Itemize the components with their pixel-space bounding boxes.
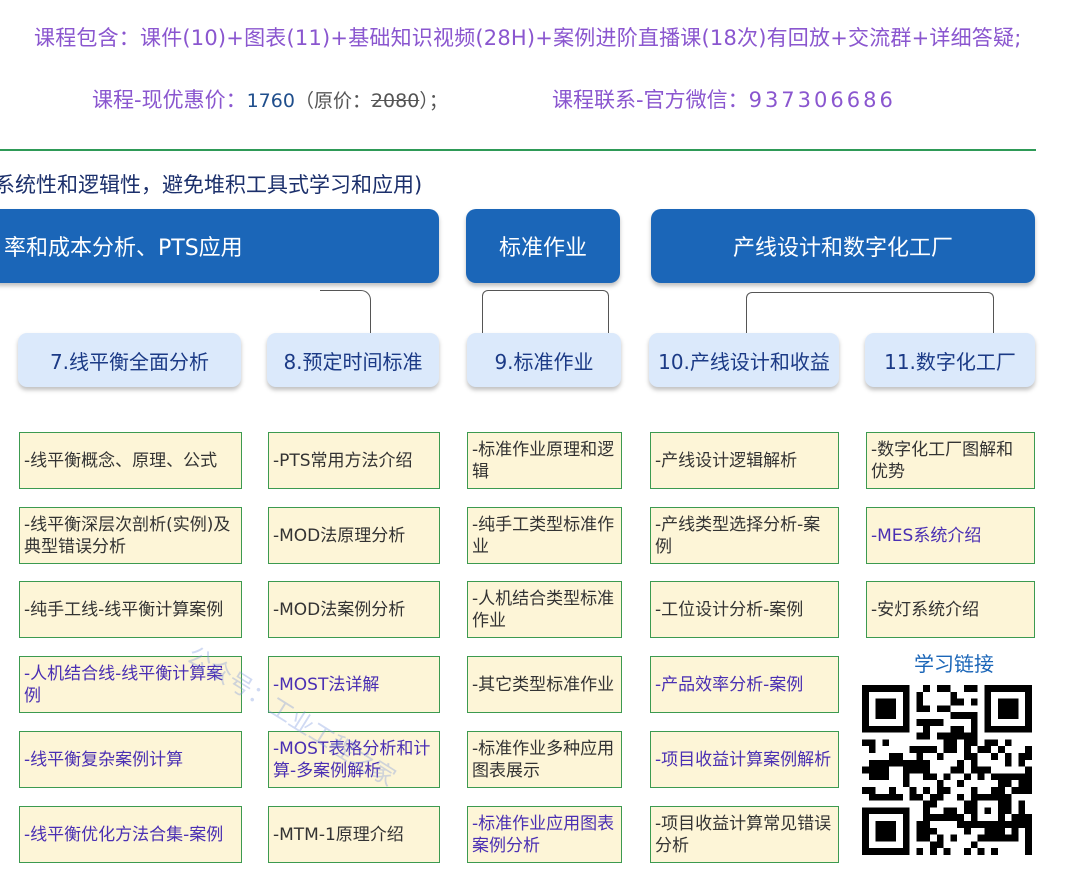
module-9-header: 9.标准作业 — [467, 333, 621, 387]
wechat-id: 937306686 — [748, 88, 896, 112]
module-7-header: 7.线平衡全面分析 — [18, 333, 241, 387]
category-label: 产线设计和数字化工厂 — [732, 236, 953, 261]
list-item: -标准作业多种应用图表展示 — [467, 731, 622, 788]
category-line-design: 产线设计和数字化工厂 — [651, 209, 1035, 283]
list-item: -标准作业原理和逻辑 — [467, 432, 622, 489]
category-label: 标准作业 — [498, 236, 587, 261]
list-item: -线平衡优化方法合集-案例 — [19, 806, 242, 863]
list-item: -产线类型选择分析-案例 — [650, 507, 839, 564]
list-item: -产品效率分析-案例 — [650, 656, 839, 713]
module-11-header: 11.数字化工厂 — [865, 333, 1035, 387]
category-label: 率和成本分析、PTS应用 — [4, 236, 243, 261]
contact-label: 课程联系-官方微信： — [552, 88, 749, 112]
qr-title: 学习链接 — [914, 652, 994, 676]
section-subtitle: 系统性和逻辑性，避免堆积工具式学习和应用) — [0, 173, 423, 197]
course-contents-line: 课程包含：课件(10)+图表(11)+基础知识视频(28H)+案例进阶直播课(1… — [34, 26, 1022, 50]
connector-category-3 — [746, 292, 994, 333]
connector-category-1 — [320, 290, 371, 333]
list-item: -工位设计分析-案例 — [650, 581, 839, 638]
original-price-value: 2080 — [370, 90, 420, 112]
category-standard-work: 标准作业 — [466, 209, 620, 283]
list-item: -线平衡复杂案例计算 — [19, 731, 242, 788]
module-8-header: 8.预定时间标准 — [267, 333, 439, 387]
list-item: -纯手工线-线平衡计算案例 — [19, 581, 242, 638]
price-line: 课程-现优惠价：1760（原价：2080）； — [92, 84, 448, 114]
list-item: -其它类型标准作业 — [467, 656, 622, 713]
list-item: -MTM-1原理介绍 — [268, 806, 440, 863]
list-item: -产线设计逻辑解析 — [650, 432, 839, 489]
list-item: -MOD法案例分析 — [268, 581, 440, 638]
list-item: -线平衡概念、原理、公式 — [19, 432, 242, 489]
list-item: -项目收益计算案例解析 — [650, 731, 839, 788]
list-item: -MES系统介绍 — [866, 507, 1035, 564]
category-efficiency-pts: 率和成本分析、PTS应用 — [0, 209, 439, 283]
list-item: -线平衡深层次剖析(实例)及典型错误分析 — [19, 507, 242, 564]
price-label: 课程-现优惠价： — [92, 88, 247, 112]
connector-category-2 — [482, 290, 609, 333]
list-item: -数字化工厂图解和优势 — [866, 432, 1035, 489]
original-price: （原价：2080）； — [294, 90, 448, 112]
list-item: -标准作业应用图表案例分析 — [467, 806, 622, 863]
qr-code-icon[interactable] — [862, 684, 1032, 856]
list-item: -项目收益计算常见错误分析 — [650, 806, 839, 863]
list-item: -MOD法原理分析 — [268, 507, 440, 564]
list-item: -PTS常用方法介绍 — [268, 432, 440, 489]
list-item: -纯手工类型标准作业 — [467, 507, 622, 564]
module-10-header: 10.产线设计和收益 — [649, 333, 839, 387]
contact-line: 课程联系-官方微信：937306686 — [552, 84, 896, 114]
divider-rule — [0, 149, 1036, 151]
price-value: 1760 — [246, 90, 295, 112]
list-item: -安灯系统介绍 — [866, 581, 1035, 638]
list-item: -人机结合类型标准作业 — [467, 581, 622, 638]
